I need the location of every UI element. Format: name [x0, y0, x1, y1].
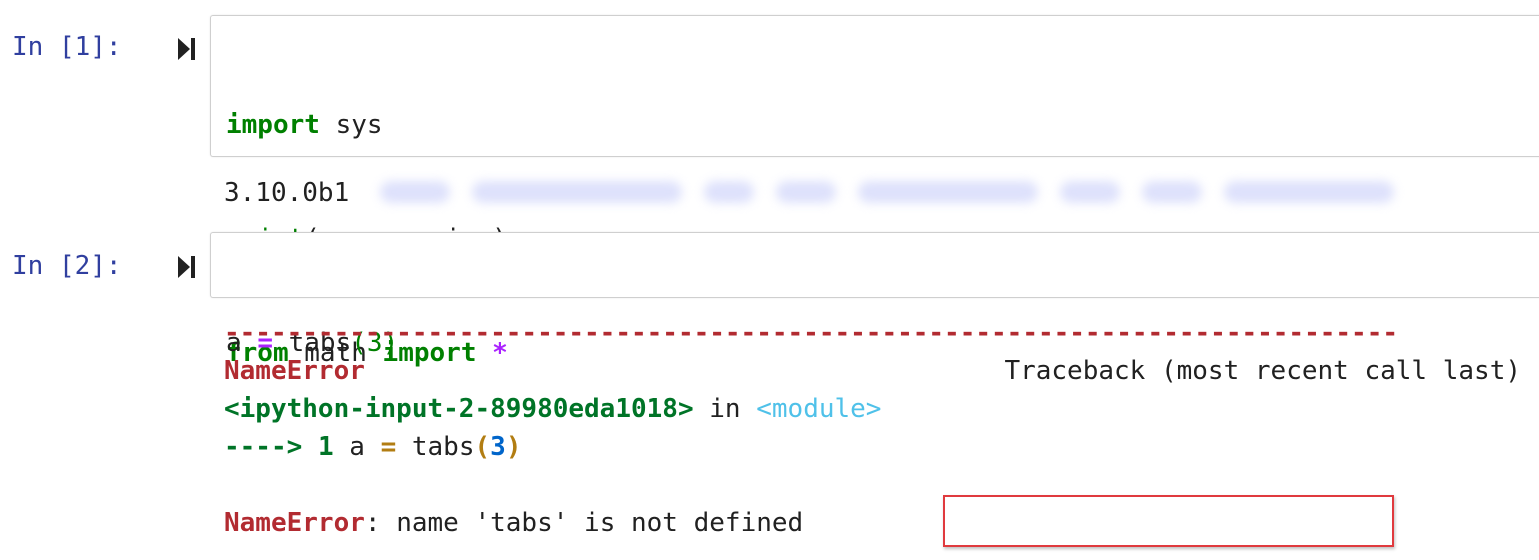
input-prompt: In [2]: [12, 251, 122, 281]
error-message: NameError: name 'tabs' is not defined [224, 508, 804, 538]
highlight-box [943, 495, 1394, 547]
traceback-label: Traceback (most recent call last) [1004, 356, 1521, 386]
traceback-separator: ----------------------------------------… [224, 318, 1398, 348]
error-type: NameError [224, 356, 365, 386]
run-cell-icon[interactable] [176, 254, 198, 280]
code-input[interactable]: import sys print(sys.version) from math … [210, 15, 1539, 368]
code-line: import sys [226, 110, 383, 140]
code-input[interactable]: a = tabs(3) [210, 232, 1539, 358]
redacted-output [380, 172, 1520, 212]
cell-output: 3.10.0b1 [224, 178, 350, 208]
input-prompt: In [1]: [12, 32, 122, 62]
run-cell-icon[interactable] [176, 36, 198, 62]
traceback-source: <ipython-input-2-89980eda1018> in <modul… [224, 394, 882, 424]
traceback-line: ----> 1 a = tabs(3) [224, 432, 522, 462]
